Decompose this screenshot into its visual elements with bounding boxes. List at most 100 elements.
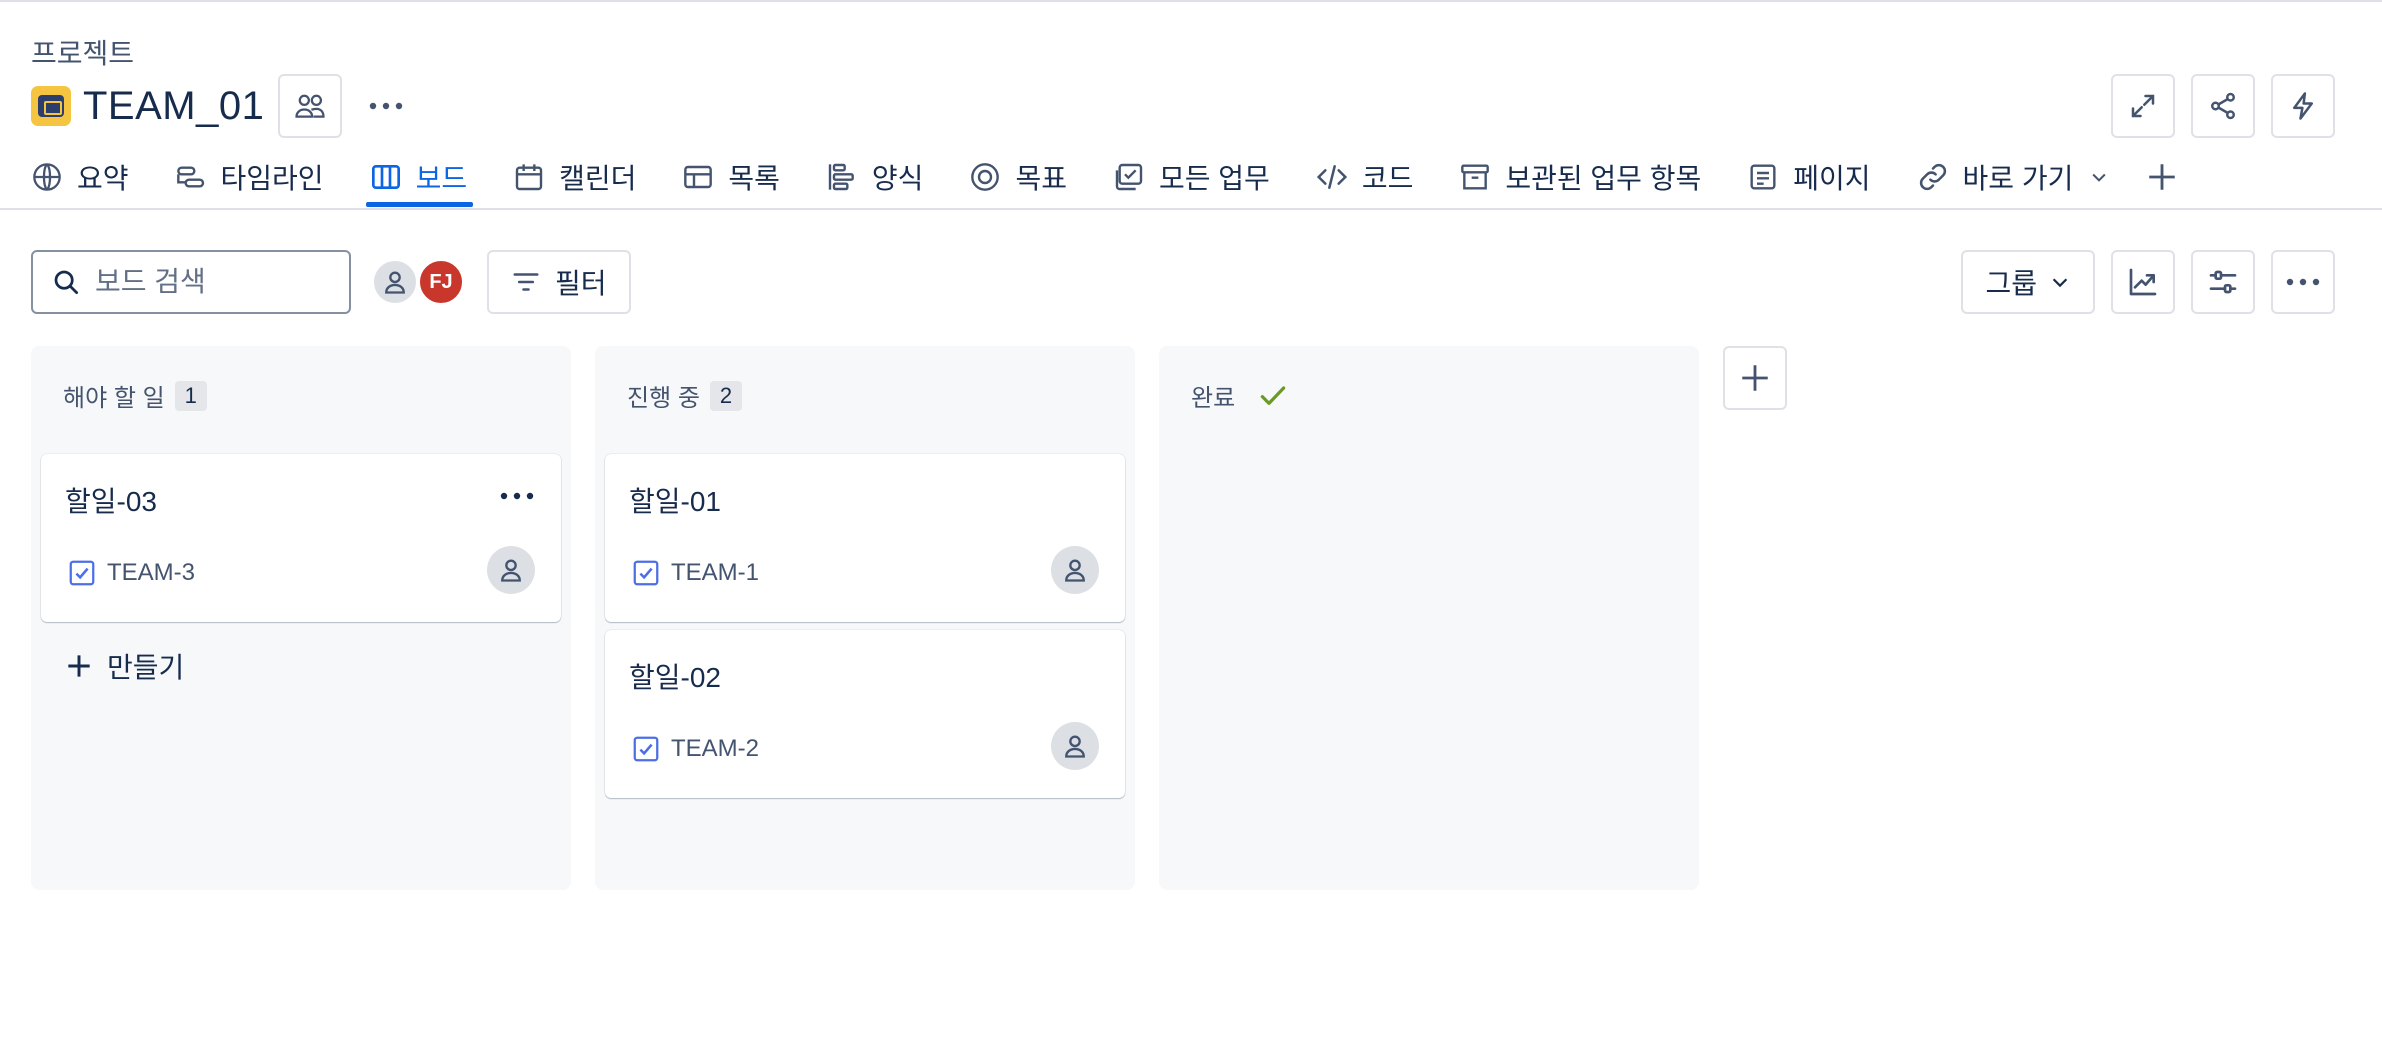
add-tab-button[interactable] [2145, 150, 2179, 204]
add-column-button[interactable] [1723, 346, 1787, 410]
column-title: 해야 할 일 [63, 385, 165, 412]
people-icon [295, 94, 325, 118]
column-header: 완료 [1191, 378, 1289, 413]
lightning-icon [2293, 92, 2313, 120]
form-icon [828, 163, 854, 191]
team-people-button[interactable] [278, 74, 343, 138]
more-horizontal-icon [500, 492, 534, 500]
toolbar-right-actions: 그룹 [1961, 250, 2335, 314]
tab-label: 목록 [728, 163, 780, 194]
chevron-down-icon [2052, 278, 2068, 288]
filter-icon [513, 273, 539, 291]
all-work-icon [1115, 163, 1143, 191]
search-input[interactable] [95, 266, 335, 298]
assignee-avatars: FJ [371, 258, 465, 306]
filter-label: 필터 [555, 268, 607, 299]
project-title-row: TEAM_01 [31, 74, 418, 138]
calendar-icon [515, 164, 543, 191]
tab-code[interactable]: 코드 [1316, 150, 1414, 204]
page-icon [1750, 164, 1776, 190]
card-key[interactable]: TEAM-3 [67, 558, 195, 588]
tab-label: 타임라인 [220, 163, 324, 194]
card-key[interactable]: TEAM-1 [631, 558, 759, 588]
tab-list[interactable]: 목록 [682, 150, 780, 204]
card-assignee-avatar[interactable] [1051, 546, 1099, 594]
tab-calendar[interactable]: 캘린더 [513, 150, 636, 204]
tab-label: 양식 [871, 163, 924, 194]
code-icon [1316, 165, 1347, 189]
card-key[interactable]: TEAM-2 [631, 734, 759, 764]
tab-pages[interactable]: 페이지 [1747, 150, 1871, 204]
target-icon [971, 163, 1000, 191]
card-title: 할일-01 [629, 486, 721, 517]
tab-all-work[interactable]: 모든 업무 [1113, 150, 1270, 204]
tab-label: 캘린더 [559, 163, 637, 194]
tab-label: 페이지 [1793, 163, 1871, 194]
user-icon [1065, 735, 1085, 758]
issue-card[interactable]: 할일-01 TEAM-1 [605, 454, 1125, 622]
automation-button[interactable] [2271, 74, 2335, 138]
board-more-button[interactable] [2271, 250, 2335, 314]
column-count: 1 [174, 380, 207, 411]
tab-archived[interactable]: 보관된 업무 항목 [1459, 150, 1701, 204]
globe-icon [33, 163, 61, 191]
board-column-todo: 해야 할 일 1 할일-03 TEAM-3 만들기 [31, 346, 571, 890]
tab-divider [0, 208, 2382, 210]
plus-icon [68, 655, 90, 677]
checkmark-icon [1260, 385, 1286, 405]
card-key-label: TEAM-2 [671, 735, 760, 762]
tab-form[interactable]: 양식 [826, 150, 924, 204]
user-icon [385, 271, 405, 294]
fullscreen-button[interactable] [2111, 74, 2175, 138]
breadcrumb[interactable]: 프로젝트 [31, 32, 134, 72]
expand-icon [2131, 94, 2155, 118]
task-checkbox-icon [69, 560, 95, 586]
insights-button[interactable] [2111, 250, 2175, 314]
search-icon [54, 270, 78, 294]
card-title: 할일-03 [65, 486, 157, 517]
page-title: TEAM_01 [83, 83, 265, 128]
tab-label: 보드 [415, 163, 468, 194]
column-title: 완료 [1191, 385, 1236, 412]
tab-goals[interactable]: 목표 [969, 150, 1067, 204]
tab-timeline[interactable]: 타임라인 [175, 150, 324, 204]
column-header: 해야 할 일 1 [63, 378, 207, 413]
share-button[interactable] [2191, 74, 2255, 138]
top-border [0, 0, 2382, 2]
user-icon [1065, 559, 1085, 582]
issue-card[interactable]: 할일-02 TEAM-2 [605, 630, 1125, 798]
user-avatar-fj[interactable]: FJ [417, 258, 465, 306]
card-more-button[interactable] [495, 476, 539, 516]
column-count: 2 [709, 380, 743, 411]
column-header: 진행 중 2 [627, 378, 743, 413]
more-actions-button[interactable] [354, 74, 418, 138]
view-settings-button[interactable] [2191, 250, 2255, 314]
tab-label: 바로 가기 [1962, 163, 2074, 194]
issue-card[interactable]: 할일-03 TEAM-3 [41, 454, 561, 622]
share-icon [2211, 92, 2235, 120]
create-issue-button[interactable]: 만들기 [63, 646, 184, 686]
link-icon [1919, 163, 1946, 191]
user-icon [501, 559, 521, 582]
tab-shortcuts[interactable]: 바로 가기 [1917, 150, 2110, 204]
card-assignee-avatar[interactable] [487, 546, 535, 594]
task-checkbox-icon [633, 736, 659, 762]
plus-icon [2149, 164, 2176, 190]
search-box[interactable] [31, 250, 351, 314]
board-icon [371, 165, 400, 189]
card-key-label: TEAM-1 [671, 559, 760, 586]
group-button[interactable]: 그룹 [1961, 250, 2095, 314]
board-column-done: 완료 [1159, 346, 1699, 890]
card-assignee-avatar[interactable] [1051, 722, 1099, 770]
filter-button[interactable]: 필터 [487, 250, 631, 314]
tab-label: 요약 [77, 163, 129, 194]
tab-label: 코드 [1361, 163, 1414, 194]
group-label: 그룹 [1985, 268, 2037, 299]
unassigned-avatar[interactable] [371, 258, 419, 306]
card-key-label: TEAM-3 [107, 559, 196, 586]
header-actions [2111, 74, 2335, 138]
tab-label: 보관된 업무 항목 [1505, 163, 1702, 194]
tab-summary[interactable]: 요약 [31, 150, 129, 204]
tab-board[interactable]: 보드 [365, 150, 473, 207]
line-chart-icon [2129, 268, 2157, 296]
